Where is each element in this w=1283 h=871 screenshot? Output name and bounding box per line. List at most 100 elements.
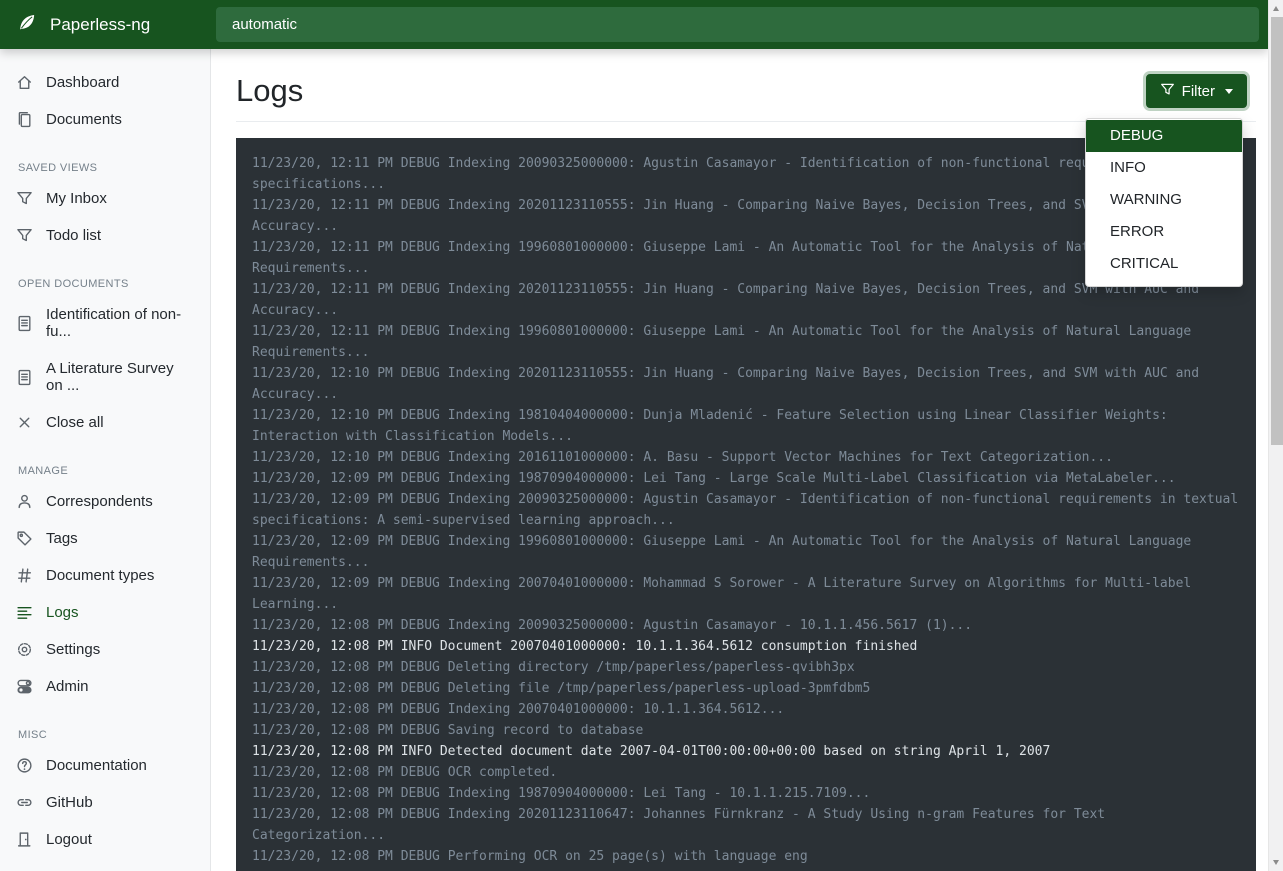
log-message: Indexing 19960801000000: Giuseppe Lami -… bbox=[252, 324, 1199, 360]
log-timestamp: 11/23/20, 12:09 PM bbox=[252, 534, 393, 549]
log-message: Indexing 20090325000000: Agustin Casamay… bbox=[448, 618, 972, 633]
log-message: Indexing 19960801000000: Giuseppe Lami -… bbox=[252, 534, 1199, 570]
sidebar-item-document-types[interactable]: Document types bbox=[0, 557, 210, 594]
log-line: 11/23/20, 12:08 PM DEBUG Indexing 198709… bbox=[252, 783, 1240, 804]
sidebar-item-label: Logout bbox=[46, 831, 92, 848]
log-timestamp: 11/23/20, 12:09 PM bbox=[252, 471, 393, 486]
door-icon bbox=[16, 831, 33, 848]
log-level: DEBUG bbox=[401, 366, 440, 381]
scrollbar-down-arrow-icon[interactable] bbox=[1273, 860, 1279, 865]
sidebar-section-heading-manage: MANAGE bbox=[0, 457, 210, 483]
sidebar-item-label: Logs bbox=[46, 604, 79, 621]
log-level: DEBUG bbox=[401, 849, 440, 864]
sidebar-item-label: A Literature Survey on ... bbox=[46, 360, 194, 394]
log-message: Detected document date 2007-04-01T00:00:… bbox=[440, 744, 1050, 759]
sidebar-item-settings[interactable]: Settings bbox=[0, 631, 210, 668]
log-timestamp: 11/23/20, 12:08 PM bbox=[252, 702, 393, 717]
house-icon bbox=[16, 74, 33, 91]
toggles-icon bbox=[16, 678, 33, 695]
file-text-icon bbox=[16, 315, 33, 332]
sidebar-item-documents[interactable]: Documents bbox=[0, 101, 210, 138]
question-circle-icon bbox=[16, 757, 33, 774]
sidebar-item-tags[interactable]: Tags bbox=[0, 520, 210, 557]
sidebar-section-heading-misc: MISC bbox=[0, 721, 210, 747]
log-timestamp: 11/23/20, 12:11 PM bbox=[252, 240, 393, 255]
log-message: OCR completed. bbox=[448, 765, 558, 780]
log-level: DEBUG bbox=[401, 576, 440, 591]
log-level: DEBUG bbox=[401, 156, 440, 171]
sidebar-item-label: Dashboard bbox=[46, 74, 119, 91]
log-line: 11/23/20, 12:08 PM DEBUG Indexing 200903… bbox=[252, 615, 1240, 636]
sidebar-item-admin[interactable]: Admin bbox=[0, 668, 210, 705]
log-level: DEBUG bbox=[401, 471, 440, 486]
sidebar-item-todo-list[interactable]: Todo list bbox=[0, 217, 210, 254]
filter-menu-item-info[interactable]: INFO bbox=[1086, 152, 1242, 184]
filter-menu-item-debug[interactable]: DEBUG bbox=[1086, 120, 1242, 152]
log-timestamp: 11/23/20, 12:09 PM bbox=[252, 492, 393, 507]
log-timestamp: 11/23/20, 12:08 PM bbox=[252, 786, 393, 801]
hash-icon bbox=[16, 567, 33, 584]
x-icon bbox=[16, 414, 33, 431]
app-brand[interactable]: Paperless-ng bbox=[0, 11, 210, 38]
sidebar-item-dashboard[interactable]: Dashboard bbox=[0, 64, 210, 101]
log-level: DEBUG bbox=[401, 681, 440, 696]
sidebar-item-correspondents[interactable]: Correspondents bbox=[0, 483, 210, 520]
log-level: DEBUG bbox=[401, 723, 440, 738]
log-level: DEBUG bbox=[401, 534, 440, 549]
link-icon bbox=[16, 794, 33, 811]
sidebar-item-logs[interactable]: Logs bbox=[0, 594, 210, 631]
log-timestamp: 11/23/20, 12:08 PM bbox=[252, 849, 393, 864]
sidebar-section-heading-saved-views: SAVED VIEWS bbox=[0, 154, 210, 180]
sidebar-item-a-literature-survey-on[interactable]: A Literature Survey on ... bbox=[0, 350, 210, 404]
sidebar-item-label: Todo list bbox=[46, 227, 101, 244]
filter-button[interactable]: Filter bbox=[1146, 74, 1247, 108]
scrollbar-up-arrow-icon[interactable] bbox=[1273, 6, 1279, 11]
filter-menu-item-error[interactable]: ERROR bbox=[1086, 216, 1242, 248]
sidebar: Dashboard Documents SAVED VIEWS My Inbox Tod… bbox=[0, 49, 211, 871]
files-icon bbox=[16, 111, 33, 128]
funnel-icon bbox=[16, 190, 33, 207]
sidebar-item-logout[interactable]: Logout bbox=[0, 821, 210, 858]
sidebar-item-label: My Inbox bbox=[46, 190, 107, 207]
page-title: Logs bbox=[236, 70, 303, 112]
log-level: INFO bbox=[401, 744, 432, 759]
log-line: 11/23/20, 12:08 PM DEBUG Deleting direct… bbox=[252, 657, 1240, 678]
log-line: 11/23/20, 12:10 PM DEBUG Indexing 201611… bbox=[252, 447, 1240, 468]
sidebar-item-label: Admin bbox=[46, 678, 89, 695]
sidebar-item-documentation[interactable]: Documentation bbox=[0, 747, 210, 784]
log-timestamp: 11/23/20, 12:08 PM bbox=[252, 639, 393, 654]
sidebar-item-identification-of-non-fu[interactable]: Identification of non-fu... bbox=[0, 296, 210, 350]
log-timestamp: 11/23/20, 12:08 PM bbox=[252, 744, 393, 759]
sidebar-section-heading-open-documents: OPEN DOCUMENTS bbox=[0, 270, 210, 296]
gear-icon bbox=[16, 641, 33, 658]
filter-menu-item-critical[interactable]: CRITICAL bbox=[1086, 248, 1242, 280]
log-line: 11/23/20, 12:09 PM DEBUG Indexing 200704… bbox=[252, 573, 1240, 615]
log-level: DEBUG bbox=[401, 324, 440, 339]
log-level: DEBUG bbox=[401, 450, 440, 465]
sidebar-item-close-all[interactable]: Close all bbox=[0, 404, 210, 441]
sidebar-item-label: Correspondents bbox=[46, 493, 153, 510]
scrollbar-thumb[interactable] bbox=[1271, 17, 1283, 445]
page-scrollbar[interactable] bbox=[1268, 0, 1283, 871]
tag-icon bbox=[16, 530, 33, 547]
filter-menu-item-warning[interactable]: WARNING bbox=[1086, 184, 1242, 216]
log-timestamp: 11/23/20, 12:08 PM bbox=[252, 660, 393, 675]
log-message: Indexing 20201123110555: Jin Huang - Com… bbox=[252, 282, 1207, 318]
log-level: DEBUG bbox=[401, 618, 440, 633]
search-input[interactable] bbox=[216, 7, 1259, 42]
sidebar-item-github[interactable]: GitHub bbox=[0, 784, 210, 821]
log-timestamp: 11/23/20, 12:09 PM bbox=[252, 576, 393, 591]
log-timestamp: 11/23/20, 12:11 PM bbox=[252, 282, 393, 297]
log-level: DEBUG bbox=[401, 240, 440, 255]
log-timestamp: 11/23/20, 12:11 PM bbox=[252, 198, 393, 213]
log-timestamp: 11/23/20, 12:11 PM bbox=[252, 324, 393, 339]
log-line: 11/23/20, 12:08 PM DEBUG Deleting file /… bbox=[252, 678, 1240, 699]
log-message: Indexing 19960801000000: Giuseppe Lami -… bbox=[252, 240, 1199, 276]
log-level: DEBUG bbox=[401, 702, 440, 717]
app-header: Paperless-ng bbox=[0, 0, 1268, 49]
filter-button-label: Filter bbox=[1182, 83, 1215, 100]
sidebar-item-label: Document types bbox=[46, 567, 154, 584]
sidebar-item-my-inbox[interactable]: My Inbox bbox=[0, 180, 210, 217]
log-line: 11/23/20, 12:08 PM INFO Detected documen… bbox=[252, 741, 1240, 762]
log-message: Indexing 19870904000000: Lei Tang - Larg… bbox=[448, 471, 1176, 486]
